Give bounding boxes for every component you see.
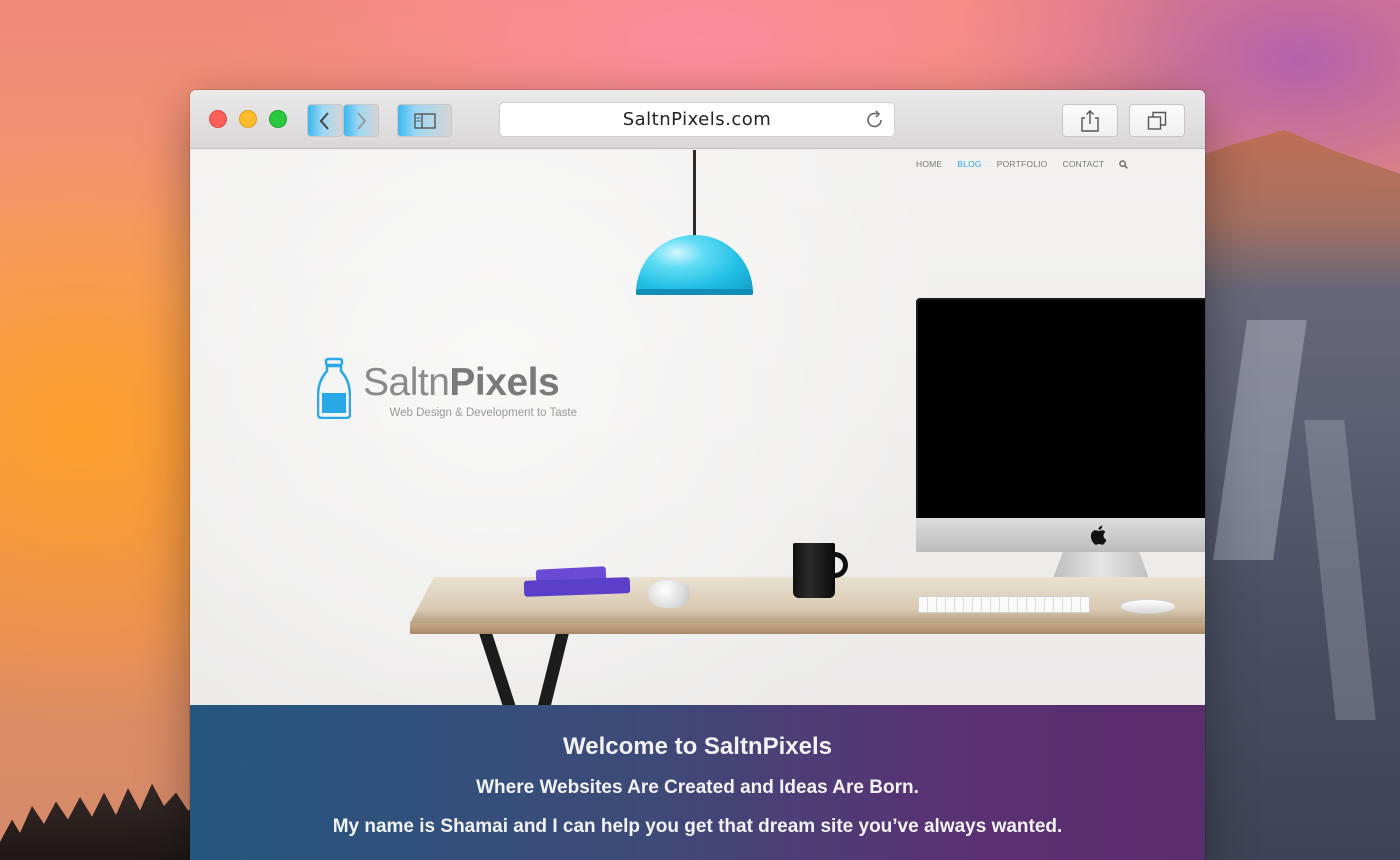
site-logo[interactable]: SaltnPixels Web Design & Development to … [317, 357, 577, 419]
share-button[interactable] [1062, 104, 1118, 137]
forward-icon [357, 111, 367, 130]
coffee-mug [793, 543, 835, 598]
zoom-window-button[interactable] [269, 110, 287, 128]
mouse [1120, 599, 1176, 614]
back-icon [319, 111, 329, 130]
minimize-window-button[interactable] [239, 110, 257, 128]
desk-leg [536, 634, 569, 712]
search-icon[interactable] [1119, 159, 1129, 169]
show-tabs-button[interactable] [1129, 104, 1185, 137]
logo-name-light: Saltn [363, 361, 450, 404]
tabs-icon [1147, 111, 1167, 130]
mug-handle [830, 552, 848, 578]
welcome-section: Welcome to SaltnPixels Where Websites Ar… [190, 705, 1205, 860]
sidebar-toggle-button[interactable] [397, 104, 452, 137]
nav-contact[interactable]: CONTACT [1063, 159, 1105, 169]
lamp-cord [693, 150, 696, 238]
sidebar-icon [413, 112, 436, 129]
forward-button[interactable] [343, 104, 379, 137]
desk-leg [479, 634, 518, 712]
nav-home[interactable]: HOME [916, 159, 942, 169]
welcome-subtitle: Where Websites Are Created and Ideas Are… [476, 777, 919, 798]
welcome-title: Welcome to SaltnPixels [563, 733, 832, 760]
welcome-intro: My name is Shamai and I can help you get… [332, 816, 1063, 837]
nav-portfolio[interactable]: PORTFOLIO [997, 159, 1048, 169]
site-nav: HOME BLOG PORTFOLIO CONTACT [916, 159, 1129, 169]
reload-icon[interactable] [864, 109, 886, 131]
browser-toolbar: SaltnPixels.com [190, 90, 1205, 149]
crumpled-paper [648, 580, 690, 608]
desk-edge [410, 623, 1205, 634]
back-button[interactable] [307, 104, 343, 137]
logo-wordmark: SaltnPixels [363, 361, 560, 404]
share-icon [1081, 109, 1099, 132]
nav-blog[interactable]: BLOG [957, 159, 981, 169]
hero-section: HOME BLOG PORTFOLIO CONTACT SaltnPixels [190, 150, 1205, 712]
web-page: HOME BLOG PORTFOLIO CONTACT SaltnPixels [190, 150, 1205, 860]
imac-chin [916, 518, 1205, 552]
wallpaper-trees [0, 783, 200, 860]
browser-window: SaltnPixels.com HOME BLOG PORTFOLIO CONT… [190, 90, 1205, 860]
url-text: SaltnPixels.com [622, 109, 772, 130]
apple-icon [1090, 525, 1107, 545]
logo-tagline: Web Design & Development to Taste [389, 407, 577, 419]
keyboard [918, 596, 1090, 613]
logo-name-bold: Pixels [449, 361, 560, 404]
pendant-lamp [636, 235, 753, 295]
close-window-button[interactable] [209, 110, 227, 128]
imac-screen [916, 298, 1205, 520]
address-bar[interactable]: SaltnPixels.com [499, 102, 895, 137]
salt-shaker-icon [317, 357, 351, 419]
